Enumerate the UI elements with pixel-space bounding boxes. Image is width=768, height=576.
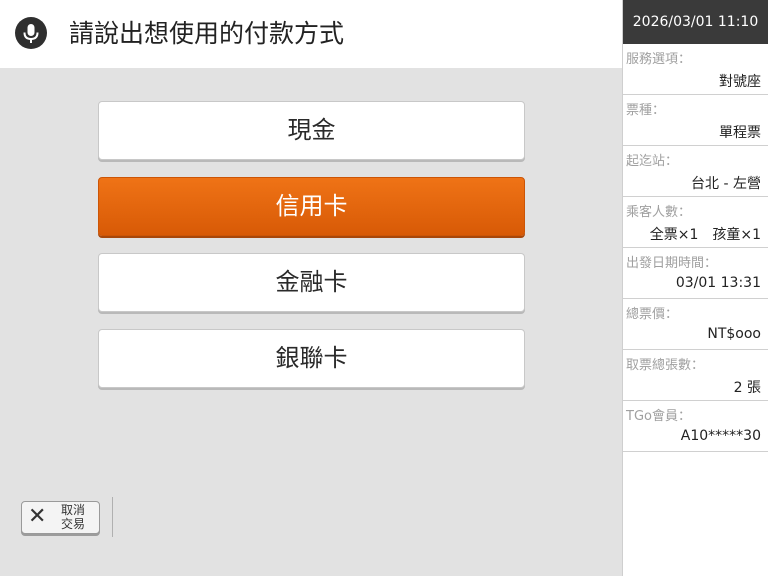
info-tgo-member: TGo會員： A10*****30 [623,401,768,452]
info-value: 2 張 [733,380,761,396]
info-ticket-count: 取票總張數： 2 張 [623,350,768,401]
payment-option-debit-card[interactable]: 金融卡 [98,253,525,312]
voice-prompt-text: 請說出想使用的付款方式 [69,19,345,48]
cancel-transaction-button[interactable]: ✕ 取消 交易 [21,501,100,534]
payment-options-list: 現金 信用卡 金融卡 銀聯卡 [98,101,525,405]
voice-prompt-bar: 請說出想使用的付款方式 [0,0,622,68]
divider [112,497,113,537]
info-value: NT$ooo [707,326,761,342]
info-label: 總票價： [626,307,679,322]
info-value: 對號座 [719,74,761,90]
info-departure-datetime: 出發日期時間： 03/01 13:31 [623,248,768,299]
info-value: 台北 - 左營 [691,176,761,192]
info-label: TGo會員： [626,409,691,424]
ticket-kiosk-screen: 請說出想使用的付款方式 現金 信用卡 金融卡 銀聯卡 ✕ 取消 交易 2026/… [0,0,768,576]
cancel-transaction-label: 取消 交易 [58,503,88,531]
info-total-fare: 總票價： NT$ooo [623,299,768,350]
order-summary-sidebar: 2026/03/01 11:10 服務選項： 對號座 票種： 單程票 起迄站： … [622,0,768,576]
payment-option-credit-card[interactable]: 信用卡 [98,177,525,236]
info-value: 全票×1 孩童×1 [649,227,761,243]
info-value: 03/01 13:31 [675,275,761,291]
info-value: 單程票 [719,125,761,141]
info-label: 票種： [626,103,666,118]
info-label: 服務選項： [626,52,692,67]
info-passengers: 乘客人數： 全票×1 孩童×1 [623,197,768,248]
payment-option-unionpay[interactable]: 銀聯卡 [98,329,525,388]
info-label: 取票總張數： [626,358,705,373]
info-label: 起迄站： [626,154,679,169]
payment-selection-panel: 請說出想使用的付款方式 現金 信用卡 金融卡 銀聯卡 ✕ 取消 交易 [0,0,622,576]
info-label: 出發日期時間： [626,256,718,271]
info-value: A10*****30 [680,428,761,444]
payment-option-cash[interactable]: 現金 [98,101,525,160]
info-service-option: 服務選項： 對號座 [623,44,768,95]
close-icon: ✕ [28,504,47,529]
cancel-label-line2: 交易 [60,517,85,531]
microphone-icon[interactable] [15,17,47,49]
cancel-label-line1: 取消 [60,503,85,517]
info-label: 乘客人數： [626,205,692,220]
info-ticket-type: 票種： 單程票 [623,95,768,146]
info-stations: 起迄站： 台北 - 左營 [623,146,768,197]
current-datetime: 2026/03/01 11:10 [623,0,768,44]
